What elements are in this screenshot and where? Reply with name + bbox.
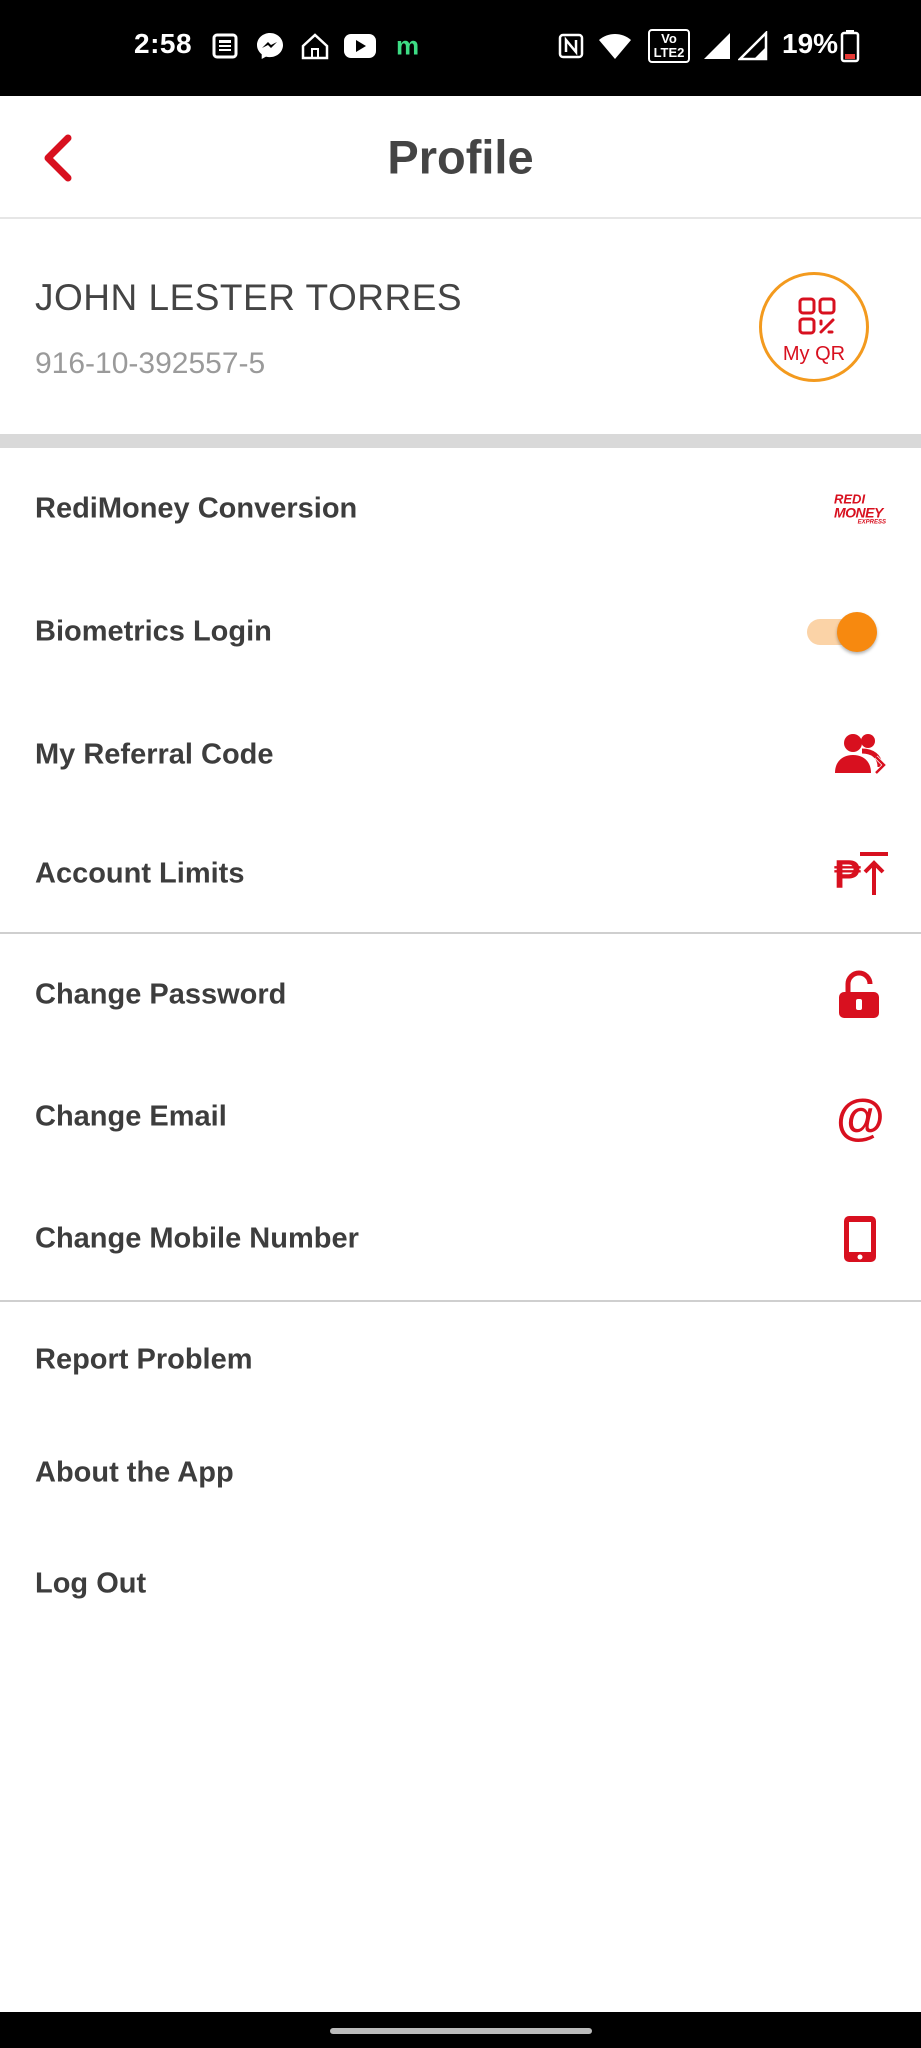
battery-icon: [840, 30, 860, 63]
home-icon: [301, 33, 329, 60]
menu-item-label: Report Problem: [35, 1343, 253, 1376]
menu-item-about-the-app[interactable]: About the App: [0, 1418, 921, 1528]
profile-card: JOHN LESTER TORRES 916-10-392557-5 My QR: [0, 219, 921, 434]
wifi-icon: [599, 34, 631, 59]
toggle-thumb: [837, 612, 877, 652]
volte-icon: Vo LTE2: [648, 29, 690, 63]
unlock-icon: [839, 970, 879, 1018]
peso-up-icon: ₱: [834, 851, 888, 897]
menu-item-label: Log Out: [35, 1567, 147, 1600]
menu-item-label: Account Limits: [35, 857, 245, 890]
m-app-icon: m: [396, 30, 420, 61]
redimoney-logo-icon: REDI MONEY EXPRESS: [834, 491, 886, 526]
profile-name: JOHN LESTER TORRES: [35, 277, 463, 318]
menu-item-my-referral-code[interactable]: My Referral Code: [0, 694, 921, 816]
menu-item-label: Change Mobile Number: [35, 1222, 359, 1255]
menu-item-log-out[interactable]: Log Out: [0, 1528, 921, 1640]
status-bar: 2:58 m Vo LTE2 19%: [0, 0, 921, 96]
menu-item-redimoney-conversion[interactable]: RediMoney Conversion REDI MONEY EXPRESS: [0, 448, 921, 570]
nfc-icon: [558, 33, 584, 59]
menu-item-label: My Referral Code: [35, 738, 274, 771]
users-icon: [835, 734, 887, 775]
menu-item-label: Change Email: [35, 1100, 227, 1133]
menu-item-label: About the App: [35, 1456, 234, 1489]
menu-item-change-password[interactable]: Change Password: [0, 934, 921, 1056]
my-qr-label: My QR: [782, 343, 846, 365]
menu-item-change-email[interactable]: Change Email @: [0, 1056, 921, 1178]
home-gesture-handle[interactable]: [330, 2028, 592, 2034]
section-separator: [0, 434, 921, 448]
system-nav-bar: [0, 2012, 921, 2048]
my-qr-button[interactable]: My QR: [759, 272, 869, 382]
menu-item-report-problem[interactable]: Report Problem: [0, 1302, 921, 1418]
account-number: 916-10-392557-5: [35, 347, 266, 380]
menu-item-label: RediMoney Conversion: [35, 492, 358, 525]
page-title: Profile: [387, 130, 534, 184]
mobile-icon: [844, 1216, 876, 1262]
menu-item-label: Change Password: [35, 978, 287, 1011]
signal-icon: [704, 33, 730, 59]
app-header: Profile: [0, 96, 921, 219]
news-icon: [212, 33, 238, 59]
status-time: 2:58: [134, 28, 193, 59]
messenger-icon: [257, 33, 283, 59]
menu-item-biometrics-login[interactable]: Biometrics Login: [0, 570, 921, 694]
signal-icon: [738, 31, 768, 61]
youtube-icon: [344, 34, 376, 58]
menu-item-account-limits[interactable]: Account Limits ₱: [0, 816, 921, 932]
biometrics-toggle[interactable]: [805, 610, 879, 654]
battery-percent: 19%: [782, 28, 839, 59]
at-icon: @: [836, 1089, 885, 1145]
menu-item-label: Biometrics Login: [35, 615, 272, 648]
menu-item-change-mobile-number[interactable]: Change Mobile Number: [0, 1178, 921, 1300]
qr-code-icon: [798, 297, 836, 335]
